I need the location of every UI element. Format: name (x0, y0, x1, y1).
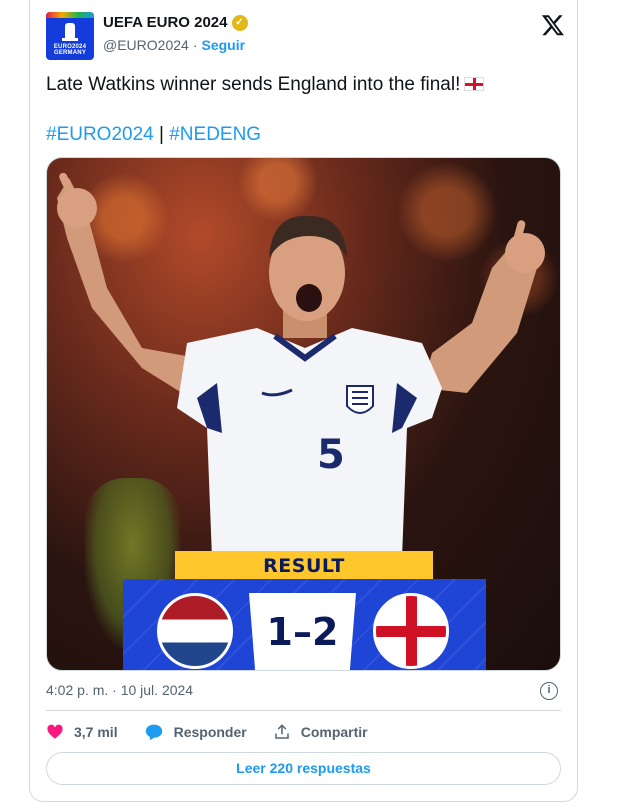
netherlands-flag-icon (157, 593, 233, 669)
divider (46, 710, 561, 711)
reply-button[interactable]: Responder (144, 723, 247, 741)
like-count: 3,7 mil (74, 724, 118, 740)
share-label: Compartir (300, 724, 368, 740)
read-replies-button[interactable]: Leer 220 respuestas (46, 752, 561, 785)
handle-row: @EURO2024 · Seguir (103, 37, 245, 53)
heart-icon (47, 724, 63, 739)
verified-badge-icon[interactable]: ✓ (231, 14, 248, 31)
reply-label: Responder (173, 724, 247, 740)
result-banner: RESULT (175, 551, 433, 581)
hashtag-euro2024[interactable]: #EURO2024 (46, 124, 154, 145)
hashtags: #EURO2024 | #NEDENG (46, 122, 261, 148)
display-name[interactable]: UEFA EURO 2024 (103, 14, 228, 31)
info-icon[interactable]: i (540, 682, 558, 700)
england-flag-icon (464, 77, 485, 91)
score-panel: 1–2 (123, 579, 486, 670)
hashtag-separator: | (159, 124, 164, 145)
reply-bubble-icon (145, 724, 162, 741)
name-row: UEFA EURO 2024 ✓ (103, 14, 248, 31)
hashtag-nedeng[interactable]: #NEDENG (169, 124, 261, 145)
x-logo-icon[interactable] (541, 13, 565, 37)
timestamp[interactable]: 4:02 p. m. · 10 jul. 2024 (46, 682, 193, 698)
share-icon (274, 724, 289, 739)
tweet-text: Late Watkins winner sends England into t… (46, 72, 485, 98)
handle-separator: · (192, 37, 198, 53)
handle[interactable]: @EURO2024 (103, 37, 189, 53)
england-flag-badge-icon (373, 593, 449, 669)
trophy-icon (62, 23, 78, 41)
avatar-stripe (46, 12, 94, 18)
tweet-media-image[interactable]: 5 RESULT 1–2 (46, 157, 561, 671)
share-button[interactable]: Compartir (273, 723, 368, 741)
action-bar: 3,7 mil Responder Compartir (46, 721, 394, 743)
like-button[interactable]: 3,7 mil (46, 723, 118, 741)
tweet-card: EURO2024 GERMANY UEFA EURO 2024 ✓ @EURO2… (29, 0, 578, 802)
tweet-body: Late Watkins winner sends England into t… (46, 74, 461, 95)
shirt-number: 5 (317, 432, 345, 478)
avatar[interactable]: EURO2024 GERMANY (46, 12, 94, 60)
score: 1–2 (249, 593, 356, 670)
avatar-logo-text: EURO2024 GERMANY (53, 44, 87, 56)
follow-button[interactable]: Seguir (201, 37, 245, 53)
